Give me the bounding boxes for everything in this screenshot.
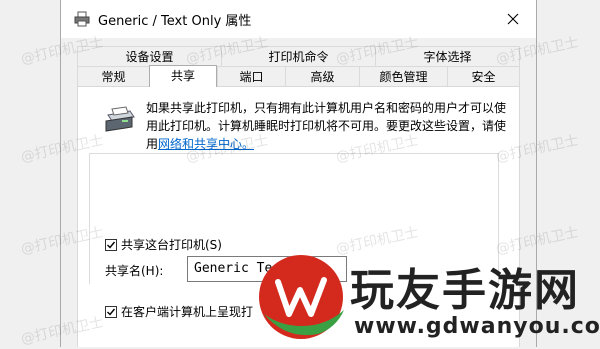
- tab-printer-commands[interactable]: 打印机命令: [221, 46, 375, 66]
- tab-sharing[interactable]: 共享: [149, 65, 217, 87]
- tab-font-selection[interactable]: 字体选择: [375, 46, 520, 66]
- tab-advanced[interactable]: 高级: [285, 66, 359, 86]
- tab-color-management[interactable]: 颜色管理: [359, 66, 447, 86]
- close-icon: [507, 13, 519, 25]
- close-button[interactable]: [490, 0, 536, 38]
- tab-ports[interactable]: 端口: [217, 66, 285, 86]
- render-jobs-checkbox-row[interactable]: 在客户端计算机上呈现打: [105, 303, 257, 320]
- brand-logo-icon: [259, 255, 344, 339]
- title-bar: Generic / Text Only 属性: [61, 0, 536, 38]
- brand-name: 玩友手游网: [350, 265, 580, 316]
- render-jobs-checkbox[interactable]: [105, 305, 117, 318]
- sharing-info: 如果共享此打印机，只有拥有此计算机用户名和密码的用户才可以使用此打印机。计算机睡…: [146, 99, 506, 153]
- tab-device-settings[interactable]: 设备设置: [77, 46, 221, 66]
- share-printer-label: 共享这台打印机(S): [121, 238, 222, 252]
- brand-overlay: 玩友手游网 www.gdwanyou.com: [244, 244, 600, 347]
- render-jobs-label: 在客户端计算机上呈现打: [121, 305, 254, 319]
- printer-icon: [74, 11, 90, 27]
- window-title: Generic / Text Only 属性: [98, 14, 252, 29]
- network-sharing-center-link[interactable]: 网络和共享中心。: [158, 137, 254, 151]
- checkmark-icon: [107, 308, 116, 316]
- share-printer-checkbox-row[interactable]: 共享这台打印机(S): [105, 236, 225, 253]
- tab-security[interactable]: 安全: [447, 66, 520, 86]
- checkmark-icon: [107, 241, 116, 249]
- share-name-label: 共享名(H):: [105, 264, 164, 278]
- brand-url: www.gdwanyou.com: [354, 314, 600, 339]
- share-printer-checkbox[interactable]: [105, 238, 117, 251]
- tab-general[interactable]: 常规: [77, 66, 149, 86]
- printer-icon: [105, 106, 135, 132]
